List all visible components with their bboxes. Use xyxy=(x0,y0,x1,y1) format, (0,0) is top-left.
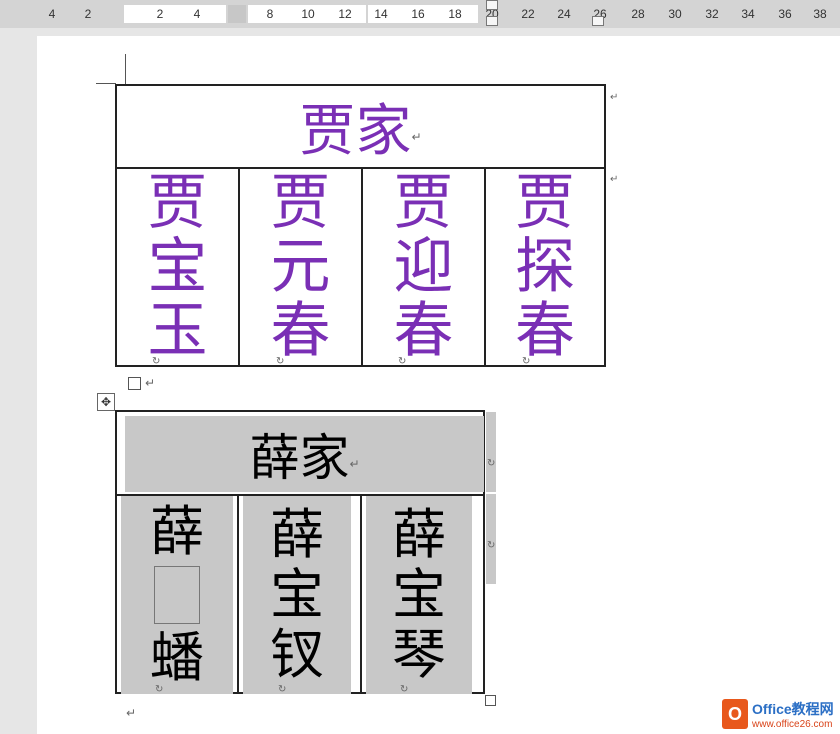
ruler-number: 24 xyxy=(557,7,571,21)
ruler-number: 22 xyxy=(521,7,535,21)
char: 钗 xyxy=(270,623,324,686)
ruler-number: 34 xyxy=(741,7,755,21)
ruler-indent-marker[interactable] xyxy=(486,16,498,26)
cell-end-mark: ↻ xyxy=(152,356,161,367)
table-header-cell[interactable]: 薛家 ↵ xyxy=(125,416,484,492)
office-logo-icon: O xyxy=(722,699,748,729)
ruler-number: 36 xyxy=(778,7,792,21)
char: 春 xyxy=(515,296,575,366)
char: 宝 xyxy=(147,232,208,302)
ruler-number: 32 xyxy=(705,7,719,21)
char: 宝 xyxy=(270,563,324,626)
ruler-number: 14 xyxy=(374,7,388,21)
table-jia-family[interactable]: 贾家 ↵ 贾 宝 玉 贾 元 春 贾 迎 春 贾 探 春 xyxy=(115,84,606,367)
margin-corner-mark xyxy=(96,83,116,84)
table-move-handle-icon[interactable]: ✥ xyxy=(97,393,115,411)
table-header-cell[interactable]: 贾家 ↵ xyxy=(117,86,604,169)
ruler-number: 16 xyxy=(411,7,425,21)
ruler-number: 4 xyxy=(48,7,56,21)
char: 元 xyxy=(270,232,331,302)
row-end-shade xyxy=(486,412,496,492)
ruler-number: 4 xyxy=(193,7,201,21)
char: 薛 xyxy=(392,503,446,566)
char: 薛 xyxy=(270,503,324,566)
name-cell[interactable]: 薛 宝 琴 xyxy=(366,496,472,694)
empty-paragraph-box xyxy=(128,377,141,390)
cell-end-mark: ↻ xyxy=(398,356,407,367)
cell-end-mark: ↻ xyxy=(276,356,285,367)
margin-corner-mark xyxy=(125,54,126,84)
ruler-number: 30 xyxy=(668,7,682,21)
column-separator xyxy=(360,496,362,694)
logo-name: Office教程网 xyxy=(752,700,834,717)
char: 探 xyxy=(515,232,575,302)
char: 蟠 xyxy=(150,626,204,689)
char: 春 xyxy=(393,296,454,366)
name-cell[interactable]: 贾 宝 玉 xyxy=(117,167,240,367)
ruler-number: 2 xyxy=(156,7,164,21)
paragraph-mark: ↵ xyxy=(411,129,422,144)
char: 贾 xyxy=(270,168,331,238)
ruler-number: 18 xyxy=(448,7,462,21)
watermark-logo: O Office教程网 www.office26.com xyxy=(722,694,840,734)
ruler-number: 10 xyxy=(301,7,315,21)
row-end-mark: ↵ xyxy=(610,174,619,185)
cell-end-mark: ↻ xyxy=(522,356,531,367)
cell-end-mark: ↻ xyxy=(155,684,164,695)
char: 玉 xyxy=(147,296,208,366)
cell-end-mark: ↻ xyxy=(400,684,409,695)
char: 春 xyxy=(270,296,331,366)
ruler-number: 2 xyxy=(84,7,92,21)
column-separator xyxy=(237,496,239,694)
ruler-number: 38 xyxy=(813,7,827,21)
name-cell[interactable]: 贾 元 春 xyxy=(240,167,363,367)
ruler-margin-band xyxy=(228,5,246,23)
name-cell[interactable]: 薛 蟠 xyxy=(121,496,233,694)
name-cell[interactable]: 贾 迎 春 xyxy=(363,167,486,367)
ruler-number: 28 xyxy=(631,7,645,21)
char: 迎 xyxy=(393,232,454,302)
char: 琴 xyxy=(392,623,446,686)
row-end-mark: ↵ xyxy=(610,92,619,103)
row-end-mark: ↻ xyxy=(487,540,496,551)
header-text: 贾家 xyxy=(299,99,412,164)
char: 薛 xyxy=(150,500,204,563)
name-cell[interactable]: 薛 宝 钗 xyxy=(243,496,351,694)
name-cell[interactable]: 贾 探 春 xyxy=(486,167,604,367)
missing-glyph-box xyxy=(154,566,200,624)
ruler-white-segment xyxy=(124,5,226,23)
row-end-shade xyxy=(486,494,496,584)
paragraph-mark: ↵ xyxy=(349,457,360,471)
char: 贾 xyxy=(393,168,454,238)
row-end-mark: ↻ xyxy=(487,458,496,469)
table-xue-family[interactable]: 薛家 ↵ 薛 蟠 薛 宝 钗 薛 宝 琴 xyxy=(115,410,485,694)
char: 宝 xyxy=(392,563,446,626)
char: 贾 xyxy=(147,168,208,238)
char: 贾 xyxy=(515,168,575,238)
ruler-number: 8 xyxy=(266,7,274,21)
ruler-number: 12 xyxy=(338,7,352,21)
table-resize-handle[interactable] xyxy=(485,695,496,706)
paragraph-mark: ↵ xyxy=(145,376,156,390)
horizontal-ruler[interactable]: 4 2 2 4 8 10 12 14 16 18 20 22 24 26 28 … xyxy=(0,0,840,28)
cell-end-mark: ↻ xyxy=(278,684,287,695)
header-text: 薛家 xyxy=(249,429,350,487)
paragraph-mark: ↵ xyxy=(126,706,137,720)
ruler-indent-marker[interactable] xyxy=(486,0,498,10)
logo-url: www.office26.com xyxy=(752,718,833,730)
ruler-column-marker[interactable] xyxy=(592,16,604,26)
